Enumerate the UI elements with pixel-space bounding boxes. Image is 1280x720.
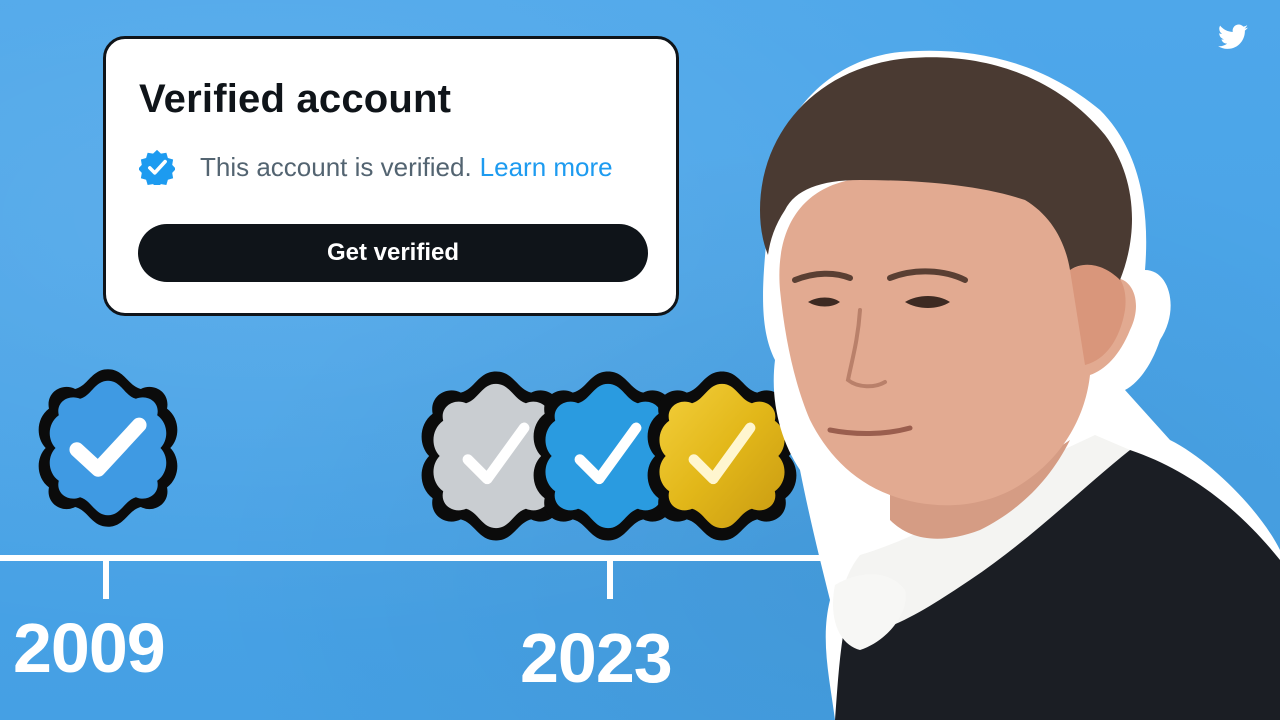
year-label-2023: 2023 bbox=[520, 619, 673, 697]
legacy-verified-badge-icon bbox=[38, 369, 178, 527]
card-title: Verified account bbox=[139, 77, 452, 121]
get-verified-button[interactable]: Get verified bbox=[138, 224, 648, 282]
verified-account-card: Verified account This account is verifie… bbox=[103, 36, 679, 316]
year-label-2009: 2009 bbox=[13, 609, 166, 687]
person-photo bbox=[760, 50, 1280, 720]
verified-status-row: This account is verified. Learn more bbox=[139, 149, 613, 185]
verified-status-text: This account is verified. bbox=[200, 151, 472, 182]
learn-more-link[interactable]: Learn more bbox=[480, 152, 613, 183]
verified-badge-icon bbox=[139, 149, 175, 185]
timeline-tick-2009 bbox=[103, 557, 109, 599]
timeline-tick-2023 bbox=[607, 557, 613, 599]
